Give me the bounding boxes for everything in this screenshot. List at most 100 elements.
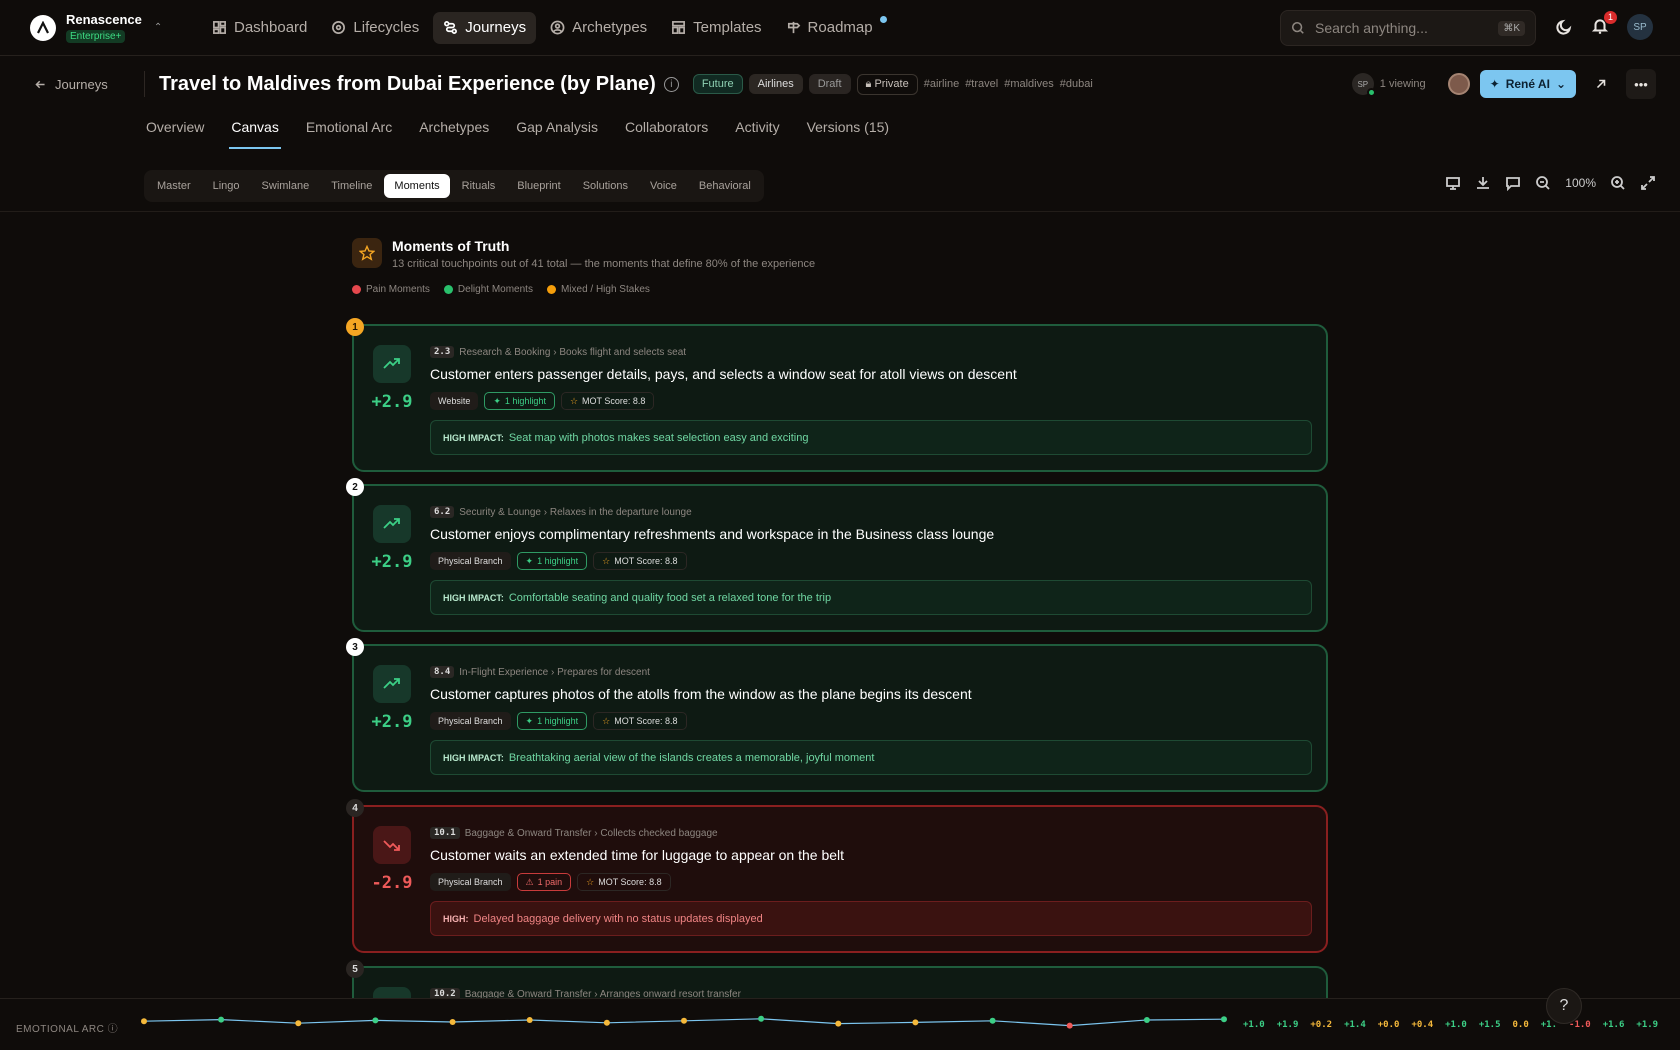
view-timeline[interactable]: Timeline: [321, 174, 382, 198]
tag[interactable]: #travel: [965, 78, 998, 90]
plan-badge: Enterprise+: [66, 30, 126, 43]
zoom-level: 100%: [1565, 176, 1596, 190]
arc-point: [681, 1017, 687, 1024]
presentation-icon[interactable]: [1445, 175, 1461, 191]
download-icon[interactable]: [1475, 175, 1491, 191]
more-options-button[interactable]: •••: [1626, 69, 1656, 99]
industry-chip[interactable]: Airlines: [748, 74, 803, 94]
back-to-journeys-link[interactable]: Journeys: [34, 77, 144, 92]
channel-badge: Physical Branch: [430, 552, 511, 570]
trending-up-icon: [373, 665, 411, 703]
chevron-updown-icon: ⌃: [153, 22, 163, 33]
tab-versions[interactable]: Versions (15): [805, 111, 891, 149]
search-shortcut: ⌘K: [1498, 20, 1525, 36]
moment-card[interactable]: 4 -2.9 10.1 Baggage & Onward Transfer › C…: [346, 799, 1328, 953]
tab-canvas[interactable]: Canvas: [229, 111, 281, 149]
legend-item-delight: Delight Moments: [443, 284, 533, 295]
tag[interactable]: #dubai: [1060, 78, 1093, 90]
moment-rank: 4: [346, 799, 364, 817]
tab-emotional-arc[interactable]: Emotional Arc: [304, 111, 394, 149]
arc-point: [912, 1019, 919, 1026]
comment-icon[interactable]: [1505, 175, 1521, 191]
ellipsis-icon: •••: [1634, 76, 1648, 92]
tab-archetypes[interactable]: Archetypes: [417, 111, 491, 149]
moment-badges: Physical Branch ✦ 1 highlight ☆ MOT Score:…: [430, 552, 687, 570]
journey-tabs: Overview Canvas Emotional Arc Archetypes…: [144, 111, 891, 149]
view-rituals[interactable]: Rituals: [452, 174, 506, 198]
view-behavioral[interactable]: Behavioral: [689, 174, 761, 198]
arc-value: +0.2: [1310, 1020, 1333, 1030]
share-button[interactable]: [1586, 69, 1616, 99]
tab-gap-analysis[interactable]: Gap Analysis: [514, 111, 600, 149]
channel-badge: Physical Branch: [430, 712, 511, 730]
search-placeholder: Search anything...: [1315, 20, 1428, 36]
rene-ai-label: René AI: [1505, 77, 1550, 91]
view-blueprint[interactable]: Blueprint: [507, 174, 570, 198]
view-moments[interactable]: Moments: [384, 174, 450, 198]
fullscreen-icon[interactable]: [1640, 175, 1656, 191]
moments-title: Moments of Truth: [392, 238, 510, 254]
mot-score-badge: ☆ MOT Score: 8.8: [593, 712, 687, 730]
arc-point: [218, 1016, 225, 1023]
tag[interactable]: #maldives: [1004, 78, 1054, 90]
nav-label: Dashboard: [234, 19, 308, 36]
moment-title: Customer enjoys complimentary refreshmen…: [430, 526, 995, 542]
arrow-up-right-icon: [1596, 79, 1606, 89]
moment-breadcrumb: 2.3 Research & Booking › Books flight and…: [430, 346, 686, 358]
arc-point: [1066, 1022, 1073, 1029]
emotional-arc-bar: EMOTIONAL ARC ⓘ +1.0 +1.9 +0.2 +1.4 +0.0 +0.4…: [0, 998, 1680, 1050]
tab-collaborators[interactable]: Collaborators: [623, 111, 710, 149]
nav-label: Templates: [693, 19, 762, 36]
view-solutions[interactable]: Solutions: [573, 174, 638, 198]
help-button[interactable]: ?: [1546, 988, 1582, 1024]
moment-card[interactable]: 1 +2.9 2.3 Research & Booking › Books fli…: [346, 318, 1328, 472]
nav-roadmap[interactable]: Roadmap: [776, 12, 887, 44]
moment-card[interactable]: 2 +2.9 6.2 Security & Lounge › Relaxes in…: [346, 478, 1328, 632]
search-input[interactable]: Search anything... ⌘K: [1280, 10, 1536, 46]
view-voice[interactable]: Voice: [640, 174, 687, 198]
nav-archetypes[interactable]: Archetypes: [540, 12, 657, 44]
status-chip-future[interactable]: Future: [692, 74, 743, 94]
moon-icon[interactable]: [1555, 18, 1573, 36]
tab-overview[interactable]: Overview: [144, 111, 206, 149]
chevron-down-icon: ⌄: [1555, 77, 1566, 91]
impact-label: HIGH IMPACT:: [443, 592, 504, 603]
moment-title: Customer enters passenger details, pays,…: [430, 366, 1017, 382]
status-chip-draft[interactable]: Draft: [808, 74, 851, 94]
moments-header: Moments of Truth 13 critical touchpoints…: [352, 238, 815, 270]
zoom-out-icon[interactable]: [1535, 175, 1551, 191]
rene-ai-button[interactable]: ✦ René AI ⌄: [1479, 70, 1576, 98]
journey-chips: Future Airlines Draft 🔒︎ Private #airlin…: [692, 73, 1093, 95]
visibility-chip[interactable]: 🔒︎ Private: [856, 73, 918, 95]
moments-subtitle: 13 critical touchpoints out of 41 total …: [392, 258, 816, 270]
mot-score-badge: ☆ MOT Score: 8.8: [560, 392, 655, 410]
nav-journeys[interactable]: Journeys: [433, 11, 537, 44]
info-icon[interactable]: ⓘ: [108, 1024, 119, 1035]
owner-avatar[interactable]: [1447, 73, 1470, 95]
highlight-badge: ✦ 1 highlight: [516, 552, 588, 570]
nav-templates[interactable]: Templates: [661, 12, 771, 44]
tab-activity[interactable]: Activity: [733, 111, 781, 149]
zoom-in-icon[interactable]: [1610, 175, 1626, 191]
moment-breadcrumb: 6.2 Security & Lounge › Relaxes in the de…: [430, 506, 692, 518]
emotional-arc-sparkline[interactable]: [140, 999, 1240, 1050]
notifications-button[interactable]: 1: [1591, 10, 1617, 38]
nav-dashboard[interactable]: Dashboard: [202, 12, 317, 44]
user-avatar[interactable]: SP: [1627, 14, 1653, 40]
view-lingo[interactable]: Lingo: [203, 174, 250, 198]
mot-score-badge: ☆ MOT Score: 8.8: [577, 873, 671, 891]
arc-point: [449, 1019, 456, 1025]
nav-lifecycles[interactable]: Lifecycles: [321, 12, 429, 44]
view-swimlane[interactable]: Swimlane: [252, 174, 320, 198]
online-dot: [1366, 88, 1376, 97]
star-icon: [352, 238, 382, 268]
legend-dot: [443, 284, 453, 294]
journeys-icon: [444, 21, 458, 34]
moment-card[interactable]: 3 +2.9 8.4 In-Flight Experience › Prepare…: [346, 638, 1328, 792]
arc-point: [989, 1017, 996, 1024]
arc-value: +0.0: [1377, 1020, 1400, 1030]
view-master[interactable]: Master: [147, 174, 201, 198]
tag[interactable]: #airline: [924, 78, 959, 90]
info-icon[interactable]: i: [663, 76, 679, 92]
workspace-switcher[interactable]: Renascence Enterprise+ ⌃: [30, 12, 182, 43]
